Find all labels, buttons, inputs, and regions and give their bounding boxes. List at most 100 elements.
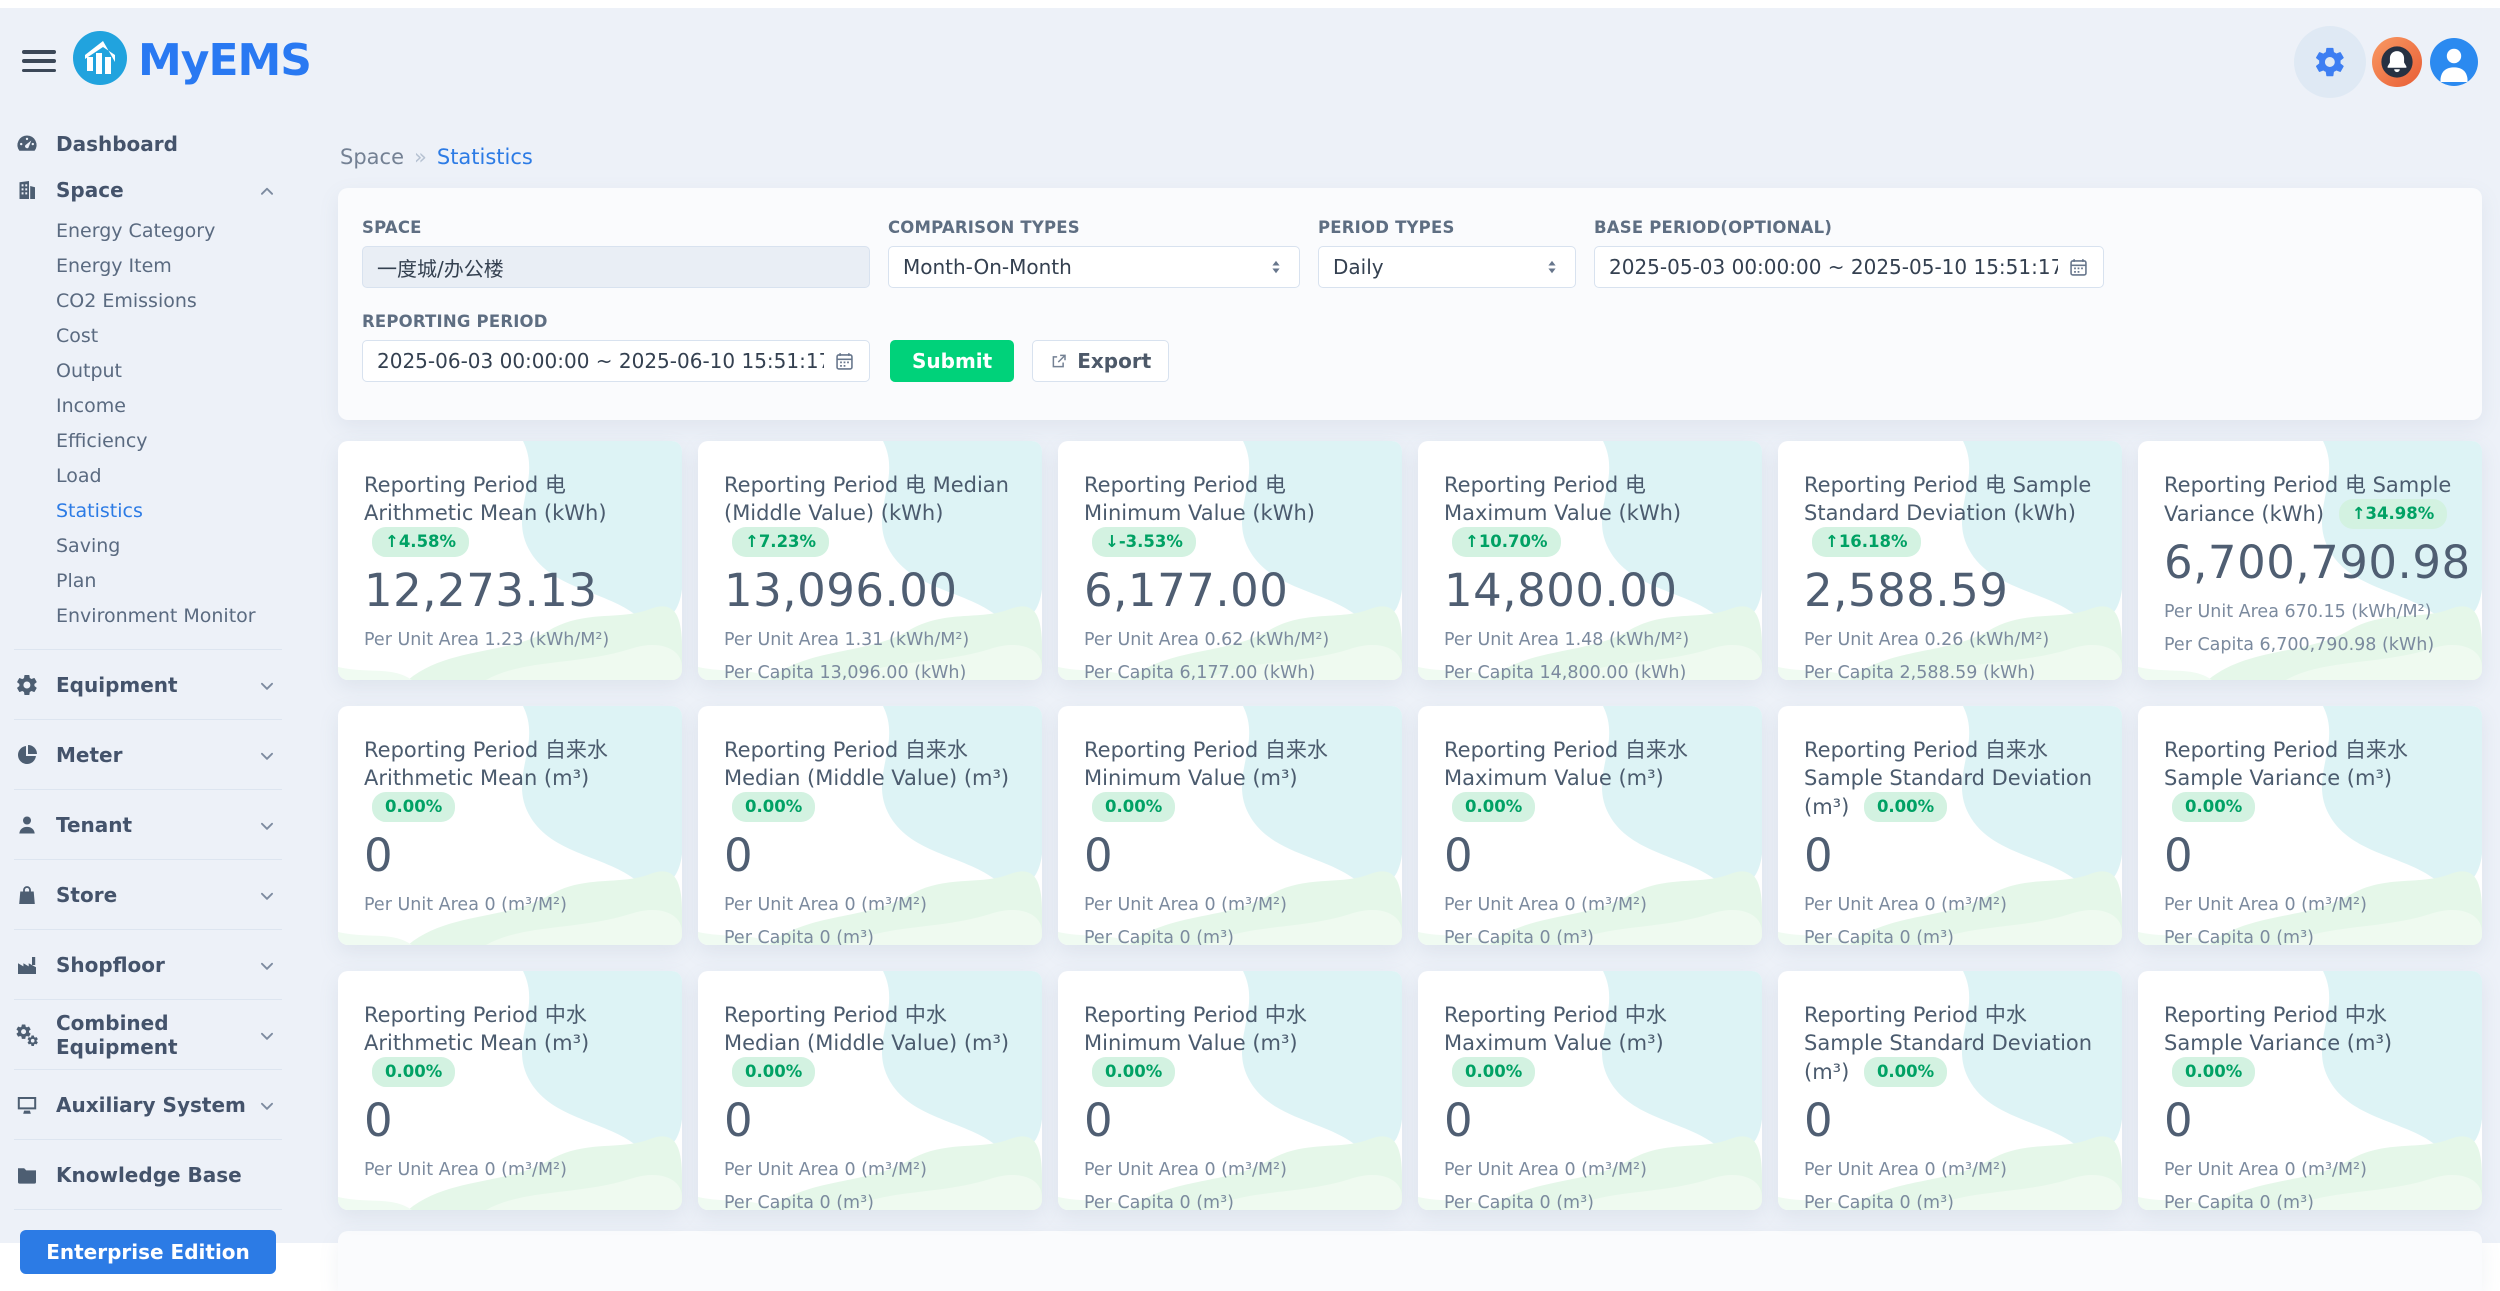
per-capita-text: Per Capita 6,700,790.98 (kWh): [2164, 635, 2458, 655]
trend-badge: ↑34.98%: [2339, 499, 2448, 529]
per-capita-text: Per Capita 0 (m³): [1084, 1193, 1378, 1210]
sidebar-item-tenant[interactable]: Tenant: [14, 789, 282, 859]
breadcrumb-statistics[interactable]: Statistics: [437, 145, 533, 169]
gear-icon: [14, 672, 40, 698]
trend-badge: ↑16.18%: [1812, 527, 1921, 557]
stat-card: Reporting Period 中水 Sample Variance (m³)…: [2138, 971, 2482, 1210]
stat-card-title: Reporting Period 电 Sample Standard Devia…: [1804, 471, 2098, 557]
per-unit-area-text: Per Unit Area 0 (m³/M²): [364, 1160, 658, 1180]
per-unit-area-text: Per Unit Area 670.15 (kWh/M²): [2164, 602, 2458, 622]
sidebar-item-space[interactable]: Space: [14, 167, 282, 213]
stat-card: Reporting Period 自来水 Minimum Value (m³) …: [1058, 706, 1402, 945]
per-unit-area-text: Per Unit Area 1.31 (kWh/M²): [724, 630, 1018, 650]
space-input[interactable]: 一度城/办公楼: [362, 246, 870, 288]
sidebar-item-energy-item[interactable]: Energy Item: [14, 248, 282, 283]
chevron-down-icon: [258, 1096, 276, 1114]
user-avatar-button[interactable]: [2430, 38, 2478, 86]
sidebar-item-co2-emissions[interactable]: CO2 Emissions: [14, 283, 282, 318]
chevron-down-icon: [258, 886, 276, 904]
brand-logo[interactable]: MyEMS: [72, 30, 311, 90]
menu-toggle-button[interactable]: [22, 48, 56, 74]
calendar-icon: [2068, 257, 2089, 278]
chevron-up-icon: [258, 181, 276, 199]
sidebar-item-output[interactable]: Output: [14, 353, 282, 388]
notifications-bell-button[interactable]: [2372, 37, 2422, 87]
per-unit-area-text: Per Unit Area 0 (m³/M²): [724, 895, 1018, 915]
comparison-types-select[interactable]: Month-On-Month: [888, 246, 1300, 288]
stat-card-value: 2,588.59: [1804, 565, 2098, 617]
sidebar-item-shopfloor[interactable]: Shopfloor: [14, 929, 282, 999]
trend-badge: ↑4.58%: [372, 527, 469, 557]
per-capita-text: Per Capita 0 (m³): [1804, 928, 2098, 945]
trend-badge: 0.00%: [1452, 792, 1535, 822]
sidebar-item-dashboard[interactable]: Dashboard: [14, 121, 282, 167]
stat-card: Reporting Period 中水 Median (Middle Value…: [698, 971, 1042, 1210]
trend-badge: ↓-3.53%: [1092, 527, 1196, 557]
stat-card: Reporting Period 自来水 Arithmetic Mean (m³…: [338, 706, 682, 945]
page-background: MyEMS Dashbo: [0, 8, 2500, 1243]
stat-card: Reporting Period 电 Sample Variance (kWh)…: [2138, 441, 2482, 680]
per-unit-area-text: Per Unit Area 1.23 (kWh/M²): [364, 630, 658, 650]
calendar-icon: [834, 351, 855, 372]
reporting-period-input[interactable]: 2025-06-03 00:00:00 ~ 2025-06-10 15:51:1…: [362, 340, 870, 382]
reporting-period-label: REPORTING PERIOD: [362, 312, 870, 331]
per-unit-area-text: Per Unit Area 0 (m³/M²): [1084, 1160, 1378, 1180]
chevron-down-icon: [258, 956, 276, 974]
sidebar-item-meter[interactable]: Meter: [14, 719, 282, 789]
stat-card-value: 12,273.13: [364, 565, 658, 617]
per-capita-text: Per Capita 0 (m³): [1444, 1193, 1738, 1210]
brand-name: MyEMS: [138, 35, 311, 86]
submit-button[interactable]: Submit: [890, 340, 1014, 382]
breadcrumb-space-link[interactable]: Space: [340, 145, 404, 169]
stat-card-title: Reporting Period 中水 Sample Standard Devi…: [1804, 1001, 2098, 1087]
gauge-icon: [14, 131, 40, 157]
settings-gear-button[interactable]: [2294, 26, 2366, 98]
stat-cards-grid: Reporting Period 电 Arithmetic Mean (kWh)…: [338, 441, 2482, 1210]
stat-card: Reporting Period 自来水 Maximum Value (m³) …: [1418, 706, 1762, 945]
filter-panel: SPACE 一度城/办公楼 COMPARISON TYPES Month-On-…: [338, 188, 2482, 420]
select-updown-icon: [1543, 258, 1561, 276]
per-unit-area-text: Per Unit Area 0 (m³/M²): [1084, 895, 1378, 915]
stat-card-title: Reporting Period 中水 Sample Variance (m³)…: [2164, 1001, 2458, 1087]
stat-card-value: 6,700,790.98: [2164, 537, 2458, 589]
per-unit-area-text: Per Unit Area 0.62 (kWh/M²): [1084, 630, 1378, 650]
stat-card-value: 0: [364, 1095, 658, 1147]
sidebar-item-energy-category[interactable]: Energy Category: [14, 213, 282, 248]
sidebar-item-plan[interactable]: Plan: [14, 563, 282, 598]
base-period-input[interactable]: 2025-05-03 00:00:00 ~ 2025-05-10 15:51:1…: [1594, 246, 2104, 288]
sidebar-item-saving[interactable]: Saving: [14, 528, 282, 563]
user-icon: [14, 812, 40, 838]
stat-card: Reporting Period 中水 Arithmetic Mean (m³)…: [338, 971, 682, 1210]
comparison-types-label: COMPARISON TYPES: [888, 218, 1300, 237]
breadcrumb-separator: »: [414, 145, 427, 169]
sidebar-item-cost[interactable]: Cost: [14, 318, 282, 353]
sidebar-item-auxiliary-system[interactable]: Auxiliary System: [14, 1069, 282, 1139]
stat-card-title: Reporting Period 电 Maximum Value (kWh) ↑…: [1444, 471, 1738, 557]
sidebar-item-environment-monitor[interactable]: Environment Monitor: [14, 598, 282, 633]
trend-badge: 0.00%: [1092, 792, 1175, 822]
sidebar-item-statistics[interactable]: Statistics: [14, 493, 282, 528]
sidebar-item-combined-equipment[interactable]: Combined Equipment: [14, 999, 282, 1069]
trend-badge: 0.00%: [2172, 792, 2255, 822]
period-types-select[interactable]: Daily: [1318, 246, 1576, 288]
sidebar-item-store[interactable]: Store: [14, 859, 282, 929]
trend-badge: 0.00%: [1452, 1057, 1535, 1087]
sidebar-item-load[interactable]: Load: [14, 458, 282, 493]
sidebar-item-efficiency[interactable]: Efficiency: [14, 423, 282, 458]
sidebar-item-equipment[interactable]: Equipment: [14, 649, 282, 719]
stat-card: Reporting Period 电 Median (Middle Value)…: [698, 441, 1042, 680]
sidebar-item-knowledge-base[interactable]: Knowledge Base: [14, 1139, 282, 1209]
per-capita-text: Per Capita 6,177.00 (kWh): [1084, 663, 1378, 680]
per-unit-area-text: Per Unit Area 0 (m³/M²): [2164, 1160, 2458, 1180]
export-button[interactable]: Export: [1032, 340, 1169, 382]
sidebar-item-income[interactable]: Income: [14, 388, 282, 423]
stat-card-value: 0: [364, 830, 658, 882]
stat-card-title: Reporting Period 中水 Arithmetic Mean (m³)…: [364, 1001, 658, 1087]
building-icon: [14, 177, 40, 203]
chevron-down-icon: [258, 1026, 276, 1044]
user-icon: [2430, 38, 2478, 86]
stat-card: Reporting Period 电 Minimum Value (kWh) ↓…: [1058, 441, 1402, 680]
stat-card-value: 6,177.00: [1084, 565, 1378, 617]
top-bar: MyEMS: [0, 8, 2500, 114]
enterprise-edition-button[interactable]: Enterprise Edition: [20, 1230, 276, 1274]
